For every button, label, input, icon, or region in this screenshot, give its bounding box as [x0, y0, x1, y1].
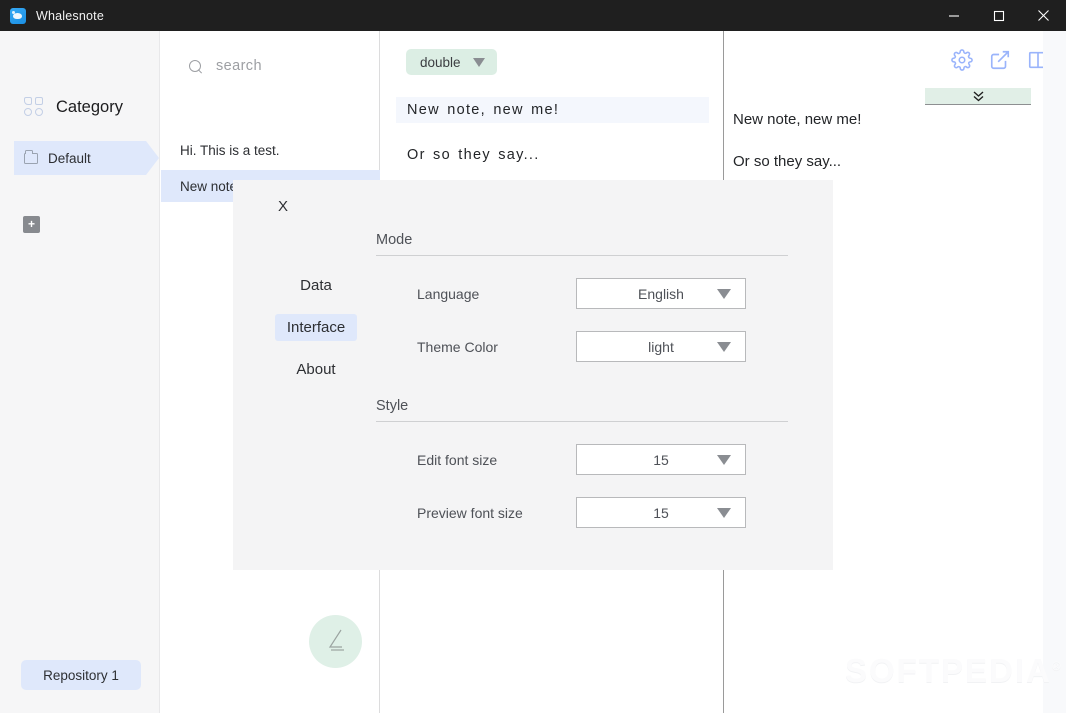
settings-gear-icon[interactable] — [951, 49, 973, 71]
new-note-button[interactable] — [309, 615, 362, 668]
field-language: Language English — [376, 278, 816, 309]
editor-line[interactable]: Or so they say... — [396, 144, 709, 166]
softpedia-watermark: SOFTPEDIA® — [845, 652, 1063, 690]
settings-nav: Data Interface About — [251, 272, 381, 383]
preview-line: New note, new me! — [733, 111, 862, 128]
app-window: Whalesnote Category Default + Repository… — [0, 0, 1066, 713]
section-title: Mode — [376, 232, 788, 256]
category-header: Category — [24, 97, 123, 117]
chevron-down-icon — [472, 57, 485, 67]
close-modal-button[interactable]: X — [272, 196, 294, 218]
view-mode-dropdown[interactable]: double — [406, 49, 497, 75]
section-mode: Mode Language English Theme Color light — [376, 232, 816, 362]
chevron-down-icon — [717, 454, 731, 465]
chevron-down-icon — [717, 341, 731, 352]
category-title: Category — [56, 97, 123, 116]
list-item[interactable]: Hi. This is a test. — [161, 134, 380, 166]
search-icon — [189, 59, 202, 73]
whale-app-icon — [10, 7, 26, 24]
folder-icon — [24, 150, 38, 164]
watermark-text: SOFTPEDIA — [845, 652, 1052, 689]
double-chevron-down-icon — [973, 90, 983, 101]
field-preview-font-size: Preview font size 15 — [376, 497, 816, 528]
sidebar-item-default[interactable]: Default — [14, 141, 159, 175]
field-theme-color: Theme Color light — [376, 331, 816, 362]
view-mode-label: double — [420, 54, 461, 70]
category-sidebar: Category Default + Repository 1 — [0, 31, 160, 713]
preview-line: Or so they say... — [733, 153, 842, 170]
chevron-down-icon — [717, 507, 731, 518]
title-bar: Whalesnote — [0, 0, 1066, 31]
grid-category-icon — [24, 97, 44, 117]
tab-about[interactable]: About — [284, 356, 347, 383]
minimize-icon[interactable] — [931, 0, 976, 31]
editor-line[interactable]: New note, new me! — [396, 97, 709, 123]
right-gutter — [1043, 31, 1066, 713]
preview-font-size-select[interactable]: 15 — [576, 497, 746, 528]
field-label: Edit font size — [417, 451, 498, 468]
language-select[interactable]: English — [576, 278, 746, 309]
sidebar-item-label: Default — [48, 150, 91, 166]
watermark-mark: ® — [1051, 659, 1063, 673]
field-label: Theme Color — [417, 338, 498, 355]
collapse-toggle[interactable] — [925, 88, 1031, 105]
add-category-button[interactable]: + — [23, 216, 40, 233]
field-edit-font-size: Edit font size 15 — [376, 444, 816, 475]
search-input[interactable] — [216, 58, 366, 74]
edit-font-size-value: 15 — [653, 451, 669, 468]
tab-interface[interactable]: Interface — [274, 314, 358, 341]
pen-icon — [328, 629, 344, 651]
language-value: English — [638, 285, 684, 302]
edit-font-size-select[interactable]: 15 — [576, 444, 746, 475]
preview-toolbar — [951, 49, 1049, 71]
close-icon[interactable] — [1021, 0, 1066, 31]
repository-button[interactable]: Repository 1 — [21, 660, 141, 690]
open-external-icon[interactable] — [989, 49, 1011, 71]
preview-font-size-value: 15 — [653, 504, 669, 521]
window-title: Whalesnote — [36, 8, 105, 23]
field-label: Preview font size — [417, 504, 523, 521]
maximize-icon[interactable] — [976, 0, 1021, 31]
field-label: Language — [417, 285, 480, 302]
theme-color-select[interactable]: light — [576, 331, 746, 362]
section-title: Style — [376, 398, 788, 422]
settings-body: Mode Language English Theme Color light — [376, 230, 816, 528]
settings-modal: X Data Interface About Mode Language Eng… — [233, 180, 833, 570]
tab-data[interactable]: Data — [288, 272, 344, 299]
theme-color-value: light — [648, 338, 674, 355]
search-row — [161, 51, 380, 81]
section-style: Style Edit font size 15 Preview font siz… — [376, 398, 816, 528]
chevron-down-icon — [717, 288, 731, 299]
